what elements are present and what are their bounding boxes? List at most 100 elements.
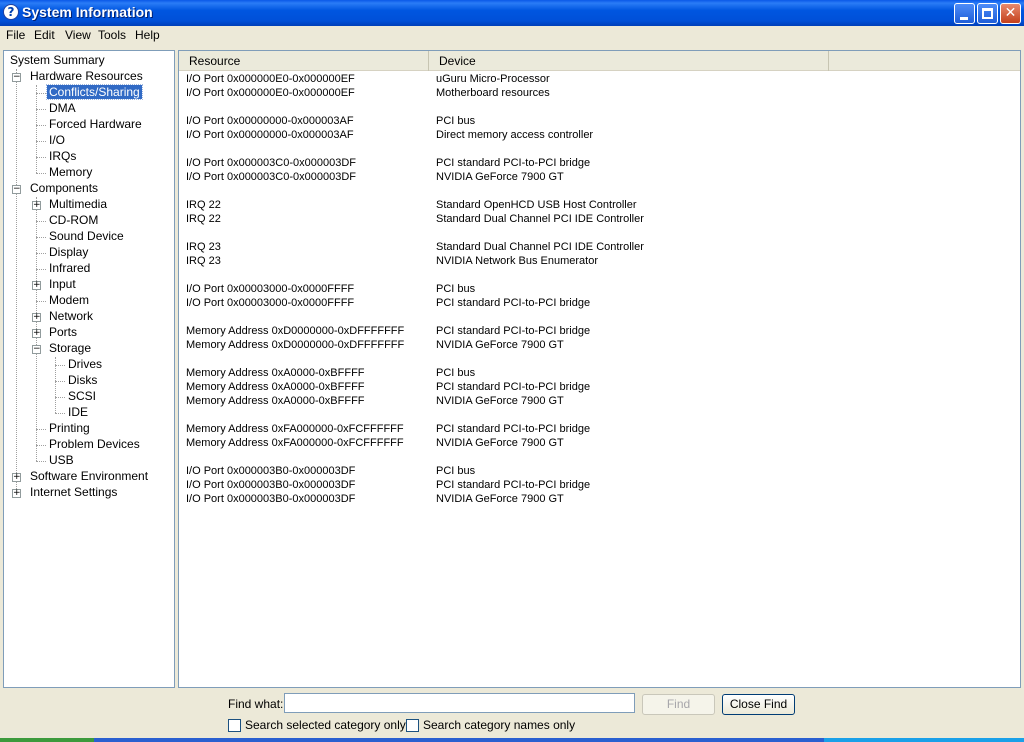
tree-connector — [36, 253, 46, 254]
checkbox-box[interactable] — [228, 719, 241, 732]
find-what-label: Find what: — [228, 697, 284, 711]
device-cell: NVIDIA GeForce 7900 GT — [436, 395, 564, 407]
tree-item-infrared[interactable]: Infrared — [47, 261, 92, 276]
collapse-icon[interactable]: − — [12, 185, 21, 194]
details-list[interactable]: Resource Device I/O Port 0x000000E0-0x00… — [178, 50, 1021, 688]
tree-item-memory[interactable]: Memory — [47, 165, 94, 180]
tree-item-sound-device[interactable]: Sound Device — [47, 229, 126, 244]
expand-icon[interactable]: + — [12, 473, 21, 482]
tree-item-irqs[interactable]: IRQs — [47, 149, 78, 164]
tree-connector — [36, 157, 46, 158]
device-cell: PCI standard PCI-to-PCI bridge — [436, 297, 591, 309]
tree-item-label: Storage — [49, 341, 92, 355]
menu-help[interactable]: Help — [134, 28, 161, 42]
expand-icon[interactable]: + — [32, 281, 41, 290]
tree-item-cd-rom[interactable]: CD-ROM — [47, 213, 100, 228]
tree-item-label: Software Environment — [30, 469, 149, 483]
tree-connector — [55, 365, 65, 366]
device-cell: NVIDIA GeForce 7900 GT — [436, 437, 564, 449]
expand-icon[interactable]: + — [32, 201, 41, 210]
expand-icon[interactable]: + — [32, 313, 41, 322]
device-cell: PCI bus — [436, 115, 476, 127]
category-tree[interactable]: System Summary Hardware Resources − Conflic… — [3, 50, 175, 688]
menu-edit[interactable]: Edit — [33, 28, 56, 42]
column-header-resource[interactable]: Resource — [179, 51, 429, 71]
close-find-button[interactable]: Close Find — [722, 694, 795, 715]
tree-connector — [36, 125, 46, 126]
maximize-icon — [982, 8, 993, 19]
close-button[interactable]: ✕ — [1000, 3, 1021, 24]
tree-item-multimedia[interactable]: Multimedia — [47, 197, 109, 212]
minimize-icon — [960, 17, 968, 20]
device-cell: PCI standard PCI-to-PCI bridge — [436, 325, 591, 337]
expand-icon[interactable]: + — [32, 329, 41, 338]
menu-file[interactable]: File — [5, 28, 26, 42]
device-cell: Standard OpenHCD USB Host Controller — [436, 199, 637, 211]
tree-connector — [55, 381, 65, 382]
checkbox-box[interactable] — [406, 719, 419, 732]
tree-item-printing[interactable]: Printing — [47, 421, 92, 436]
tree-item-conflicts-sharing[interactable]: Conflicts/Sharing — [46, 84, 143, 100]
tree-item-drives[interactable]: Drives — [66, 357, 104, 372]
checkbox-label: Search selected category only — [245, 718, 406, 732]
tree-connector — [36, 221, 46, 222]
tree-item-label: IDE — [68, 405, 89, 419]
menu-tools[interactable]: Tools — [97, 28, 127, 42]
tree-item-storage[interactable]: Storage — [47, 341, 93, 356]
tree-guide-line — [16, 69, 17, 493]
tree-item-label: Components — [30, 181, 99, 195]
tree-item-label: System Summary — [10, 53, 105, 67]
minimize-button[interactable] — [954, 3, 975, 24]
tree-item-hardware-resources[interactable]: Hardware Resources — [28, 69, 145, 84]
device-cell: Motherboard resources — [436, 87, 550, 99]
tree-connector — [36, 301, 46, 302]
tree-item-disks[interactable]: Disks — [66, 373, 99, 388]
find-button[interactable]: Find — [642, 694, 715, 715]
tree-item-software-environment[interactable]: Software Environment — [28, 469, 150, 484]
tree-item-i-o[interactable]: I/O — [47, 133, 67, 148]
title-bar[interactable]: ? System Information ✕ — [0, 0, 1024, 26]
expand-icon[interactable]: + — [12, 489, 21, 498]
resource-cell: I/O Port 0x00003000-0x0000FFFF — [186, 283, 355, 295]
resource-cell: I/O Port 0x00000000-0x000003AF — [186, 115, 354, 127]
tree-item-problem-devices[interactable]: Problem Devices — [47, 437, 142, 452]
resource-cell: I/O Port 0x000003C0-0x000003DF — [186, 157, 356, 169]
tree-item-label: Printing — [49, 421, 90, 435]
device-cell: PCI standard PCI-to-PCI bridge — [436, 479, 591, 491]
column-header-device[interactable]: Device — [429, 51, 829, 71]
menu-view[interactable]: View — [64, 28, 92, 42]
tree-item-forced-hardware[interactable]: Forced Hardware — [47, 117, 144, 132]
tree-item-input[interactable]: Input — [47, 277, 78, 292]
collapse-icon[interactable]: − — [12, 73, 21, 82]
tree-item-label: Sound Device — [49, 229, 124, 243]
collapse-icon[interactable]: − — [32, 345, 41, 354]
tree-item-usb[interactable]: USB — [47, 453, 76, 468]
device-cell: PCI standard PCI-to-PCI bridge — [436, 423, 591, 435]
tree-item-scsi[interactable]: SCSI — [66, 389, 98, 404]
tree-item-network[interactable]: Network — [47, 309, 95, 324]
tree-item-ide[interactable]: IDE — [66, 405, 90, 420]
find-what-input[interactable] — [284, 693, 635, 713]
tree-item-components[interactable]: Components — [28, 181, 100, 196]
tree-item-label: Memory — [49, 165, 93, 179]
tree-item-internet-settings[interactable]: Internet Settings — [28, 485, 119, 500]
system-information-icon: ? — [3, 4, 19, 20]
resource-cell: Memory Address 0xA0000-0xBFFFF — [186, 367, 365, 379]
tree-item-label: Network — [49, 309, 94, 323]
tree-item-dma[interactable]: DMA — [47, 101, 78, 116]
tree-item-display[interactable]: Display — [47, 245, 90, 260]
tree-item-label: SCSI — [68, 389, 97, 403]
tree-item-ports[interactable]: Ports — [47, 325, 79, 340]
tree-item-system-summary[interactable]: System Summary — [8, 53, 107, 68]
resource-cell: IRQ 22 — [186, 199, 221, 211]
tree-item-modem[interactable]: Modem — [47, 293, 91, 308]
tree-item-label: Modem — [49, 293, 90, 307]
maximize-button[interactable] — [977, 3, 998, 24]
tree-connector — [36, 429, 46, 430]
tree-item-label: I/O — [49, 133, 66, 147]
tree-item-label: Conflicts/Sharing — [46, 84, 143, 100]
resource-cell: I/O Port 0x000003C0-0x000003DF — [186, 171, 356, 183]
resource-cell: IRQ 23 — [186, 241, 221, 253]
tree-guide-line — [36, 85, 37, 173]
tree-item-label: USB — [49, 453, 74, 467]
